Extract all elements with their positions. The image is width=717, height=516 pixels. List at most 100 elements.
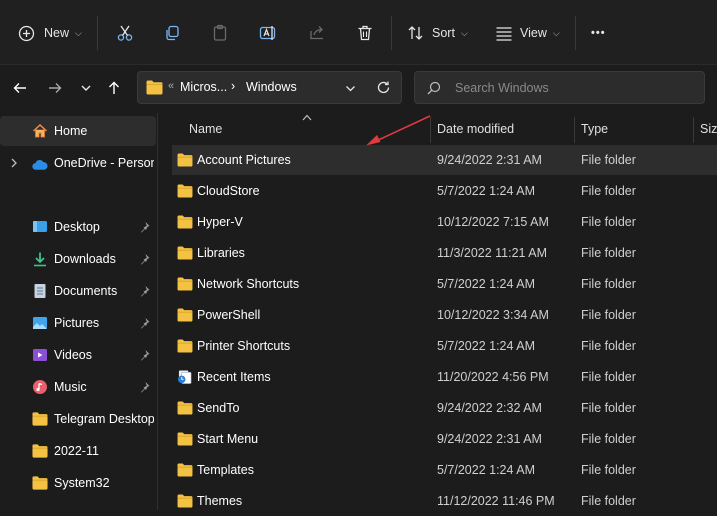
file-name: SendTo <box>197 401 240 415</box>
onedrive-cloud-icon <box>32 159 48 170</box>
divider <box>97 16 98 50</box>
new-label: New <box>44 26 70 40</box>
chevron-right-icon[interactable] <box>10 158 18 168</box>
chevron-down-icon <box>81 85 91 91</box>
home-icon <box>32 123 48 138</box>
file-date: 11/12/2022 11:46 PM <box>437 494 555 508</box>
file-row[interactable]: CloudStore 5/7/2022 1:24 AM File folder <box>172 176 717 206</box>
file-row[interactable]: PowerShell 10/12/2022 3:34 AM File folde… <box>172 300 717 330</box>
search-input[interactable]: Search Windows <box>455 81 549 95</box>
pin-icon <box>141 286 150 297</box>
file-name: Recent Items <box>197 370 271 384</box>
file-date: 10/12/2022 7:15 AM <box>437 215 549 229</box>
search-box[interactable]: Search Windows <box>414 71 705 104</box>
nav-item-onedrive[interactable]: OneDrive - Persona <box>0 148 156 178</box>
address-overflow-icon[interactable]: « <box>168 80 174 92</box>
folder-icon <box>32 476 48 490</box>
column-divider[interactable] <box>430 117 431 143</box>
file-row[interactable]: Network Shortcuts 5/7/2022 1:24 AM File … <box>172 269 717 299</box>
column-header-type[interactable]: Type <box>581 122 608 136</box>
new-plus-icon <box>18 25 35 41</box>
file-row[interactable]: Themes 11/12/2022 11:46 PM File folder <box>172 486 717 516</box>
cut-icon <box>117 25 133 41</box>
file-row[interactable]: Start Menu 9/24/2022 2:31 AM File folder <box>172 424 717 454</box>
file-row[interactable]: Recent Items 11/20/2022 4:56 PM File fol… <box>172 362 717 392</box>
new-button[interactable]: New ⌵ <box>18 20 82 46</box>
nav-item-label: Home <box>54 124 88 138</box>
back-button[interactable] <box>9 77 31 99</box>
rename-button[interactable] <box>259 20 278 46</box>
file-name: Printer Shortcuts <box>197 339 291 353</box>
recent-locations-button[interactable] <box>75 77 97 99</box>
trash-icon <box>358 25 372 41</box>
file-date: 11/20/2022 4:56 PM <box>437 370 549 384</box>
view-button[interactable]: View ⌵ <box>495 20 560 46</box>
file-name: Network Shortcuts <box>197 277 300 291</box>
file-date: 5/7/2022 1:24 AM <box>437 463 535 477</box>
column-header-name[interactable]: Name <box>189 122 222 136</box>
chevron-down-icon: ⌵ <box>75 27 82 38</box>
nav-item-label: Documents <box>54 284 118 298</box>
nav-item-desktop[interactable]: Desktop <box>0 212 156 242</box>
breadcrumb-windows[interactable]: Windows <box>246 80 297 94</box>
file-type: File folder <box>581 401 636 415</box>
nav-item-label: Videos <box>54 348 92 362</box>
folder-icon <box>177 153 193 167</box>
file-name: Libraries <box>197 246 245 260</box>
chevron-down-icon[interactable] <box>345 83 356 94</box>
up-button[interactable] <box>103 77 125 99</box>
file-type: File folder <box>581 370 636 384</box>
sort-button[interactable]: Sort ⌵ <box>407 20 468 46</box>
pin-icon <box>141 382 150 393</box>
refresh-icon[interactable] <box>376 80 391 95</box>
nav-item-telegram-desktop[interactable]: Telegram Desktop <box>0 404 156 434</box>
search-icon <box>427 81 441 95</box>
documents-icon <box>34 284 46 298</box>
column-header-size[interactable]: Size <box>700 122 717 136</box>
delete-button[interactable] <box>356 20 374 46</box>
breadcrumb-microsoft[interactable]: Micros... <box>180 80 227 94</box>
nav-item-videos[interactable]: Videos <box>0 340 156 370</box>
share-button[interactable] <box>308 20 326 46</box>
column-divider[interactable] <box>574 117 575 143</box>
nav-item-downloads[interactable]: Downloads <box>0 244 156 274</box>
nav-item-system32[interactable]: System32 <box>0 468 156 498</box>
divider <box>391 16 392 50</box>
file-row[interactable]: Account Pictures 9/24/2022 2:31 AM File … <box>172 145 717 175</box>
desktop-icon <box>33 221 47 232</box>
nav-item-pictures[interactable]: Pictures <box>0 308 156 338</box>
downloads-icon <box>34 252 46 267</box>
copy-button[interactable] <box>163 20 181 46</box>
file-type: File folder <box>581 432 636 446</box>
paste-button[interactable] <box>211 20 229 46</box>
file-row[interactable]: Hyper-V 10/12/2022 7:15 AM File folder <box>172 207 717 237</box>
music-icon <box>33 380 47 394</box>
column-header-date-modified[interactable]: Date modified <box>437 122 514 136</box>
nav-item-label: Telegram Desktop <box>54 412 154 426</box>
nav-item-2022-11[interactable]: 2022-11 <box>0 436 156 466</box>
nav-item-documents[interactable]: Documents <box>0 276 156 306</box>
folder-icon <box>177 308 193 322</box>
nav-item-music[interactable]: Music <box>0 372 156 402</box>
nav-item-home[interactable]: Home <box>0 116 156 146</box>
nav-item-label: Desktop <box>54 220 100 234</box>
folder-icon <box>177 432 193 446</box>
breadcrumb-separator-icon[interactable]: › <box>231 79 235 93</box>
forward-button[interactable] <box>44 77 66 99</box>
column-divider[interactable] <box>693 117 694 143</box>
folder-icon <box>177 215 193 229</box>
pin-icon <box>141 254 150 265</box>
sort-icon <box>408 26 423 40</box>
file-row[interactable]: Libraries 11/3/2022 11:21 AM File folder <box>172 238 717 268</box>
address-bar[interactable]: « Micros... › Windows <box>137 71 402 104</box>
file-date: 11/3/2022 11:21 AM <box>437 246 548 260</box>
more-options-button[interactable]: ••• <box>591 20 606 46</box>
divider <box>575 16 576 50</box>
view-icon <box>496 27 512 41</box>
file-row[interactable]: Printer Shortcuts 5/7/2022 1:24 AM File … <box>172 331 717 361</box>
file-name: Account Pictures <box>197 153 291 167</box>
file-row[interactable]: Templates 5/7/2022 1:24 AM File folder <box>172 455 717 485</box>
cut-button[interactable] <box>116 20 134 46</box>
file-row[interactable]: SendTo 9/24/2022 2:32 AM File folder <box>172 393 717 423</box>
folder-icon <box>32 412 48 426</box>
